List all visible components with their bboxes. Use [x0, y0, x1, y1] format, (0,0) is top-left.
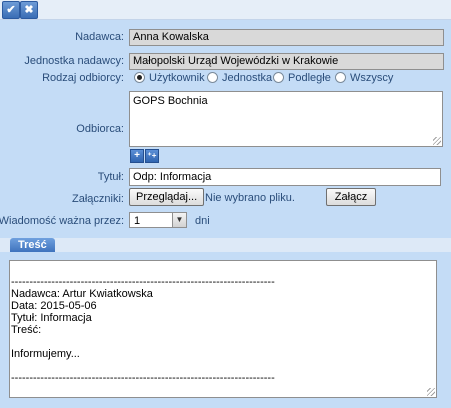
attachments-label: Załączniki:: [72, 193, 124, 205]
attach-button[interactable]: Załącz: [326, 188, 376, 206]
body-line: Data: 2015-05-06: [11, 300, 97, 312]
recipients-label: Odbiorca:: [76, 123, 124, 135]
checkmark-icon: ✔: [6, 4, 16, 16]
message-form: Nadawca: Anna Kowalska Jednostka nadawcy…: [0, 20, 451, 238]
title-input[interactable]: Odp: Informacja: [129, 168, 441, 186]
radio-unit-button[interactable]: [207, 72, 218, 83]
close-icon: ✖: [24, 4, 34, 16]
add-multiple-recipients-button[interactable]: ⁺+: [145, 149, 159, 163]
valid-days-select[interactable]: 1 ▼: [129, 212, 187, 228]
valid-unit: dni: [195, 215, 210, 227]
radio-all-button[interactable]: [335, 72, 346, 83]
tab-content[interactable]: Treść: [10, 238, 55, 252]
radio-unit[interactable]: Jednostka: [207, 71, 272, 84]
content-tabbar: Treść: [0, 238, 451, 253]
toolbar: ✔ ✖: [0, 0, 451, 20]
body-line: ----------------------------------------…: [11, 372, 275, 384]
resize-grip-icon[interactable]: [427, 388, 435, 396]
radio-unit-label: Jednostka: [222, 71, 273, 84]
browse-button[interactable]: Przeglądaj...: [129, 188, 205, 206]
resize-grip-icon[interactable]: [433, 137, 441, 145]
radio-user-label: Użytkownik: [149, 71, 205, 84]
unit-label: Jednostka nadawcy:: [24, 55, 124, 67]
no-file-text: Nie wybrano pliku.: [205, 192, 295, 204]
message-body-editor[interactable]: ----------------------------------------…: [9, 260, 437, 398]
radio-subordinate[interactable]: Podległe: [273, 71, 331, 84]
recipients-value: GOPS Bochnia: [133, 95, 208, 107]
recipients-textarea[interactable]: GOPS Bochnia: [129, 91, 443, 147]
body-line: Informujemy...: [11, 348, 80, 360]
radio-subordinate-label: Podległe: [288, 71, 331, 84]
radio-user[interactable]: Użytkownik: [134, 71, 205, 84]
add-recipient-button[interactable]: +: [130, 149, 144, 163]
body-line: ----------------------------------------…: [11, 276, 275, 288]
body-line: Tytuł: Informacja: [11, 312, 92, 324]
body-line: [11, 264, 435, 276]
body-line: Nadawca: Artur Kwiatkowska: [11, 288, 153, 300]
radio-user-button[interactable]: [134, 72, 145, 83]
unit-field: Małopolski Urząd Wojewódzki w Krakowie: [129, 53, 444, 70]
sender-label: Nadawca:: [75, 31, 124, 43]
accept-button[interactable]: ✔: [2, 1, 20, 19]
body-line: Treść:: [11, 324, 42, 336]
sender-field: Anna Kowalska: [129, 29, 444, 46]
valid-label: Wiadomość ważna przez:: [0, 215, 124, 227]
cancel-button[interactable]: ✖: [20, 1, 38, 19]
body-line: [11, 336, 435, 348]
recipient-type-label: Rodzaj odbiorcy:: [42, 72, 124, 84]
title-label: Tytuł:: [97, 171, 124, 183]
content-panel: ----------------------------------------…: [0, 252, 451, 408]
chevron-down-icon[interactable]: ▼: [172, 213, 186, 227]
radio-subordinate-button[interactable]: [273, 72, 284, 83]
valid-days-value: 1: [134, 215, 141, 227]
radio-all-label: Wszyscy: [350, 71, 394, 84]
plus-icon: +: [134, 150, 140, 161]
radio-all[interactable]: Wszyscy: [335, 71, 393, 84]
multi-add-icon: ⁺+: [147, 151, 157, 160]
body-line: [11, 360, 435, 372]
